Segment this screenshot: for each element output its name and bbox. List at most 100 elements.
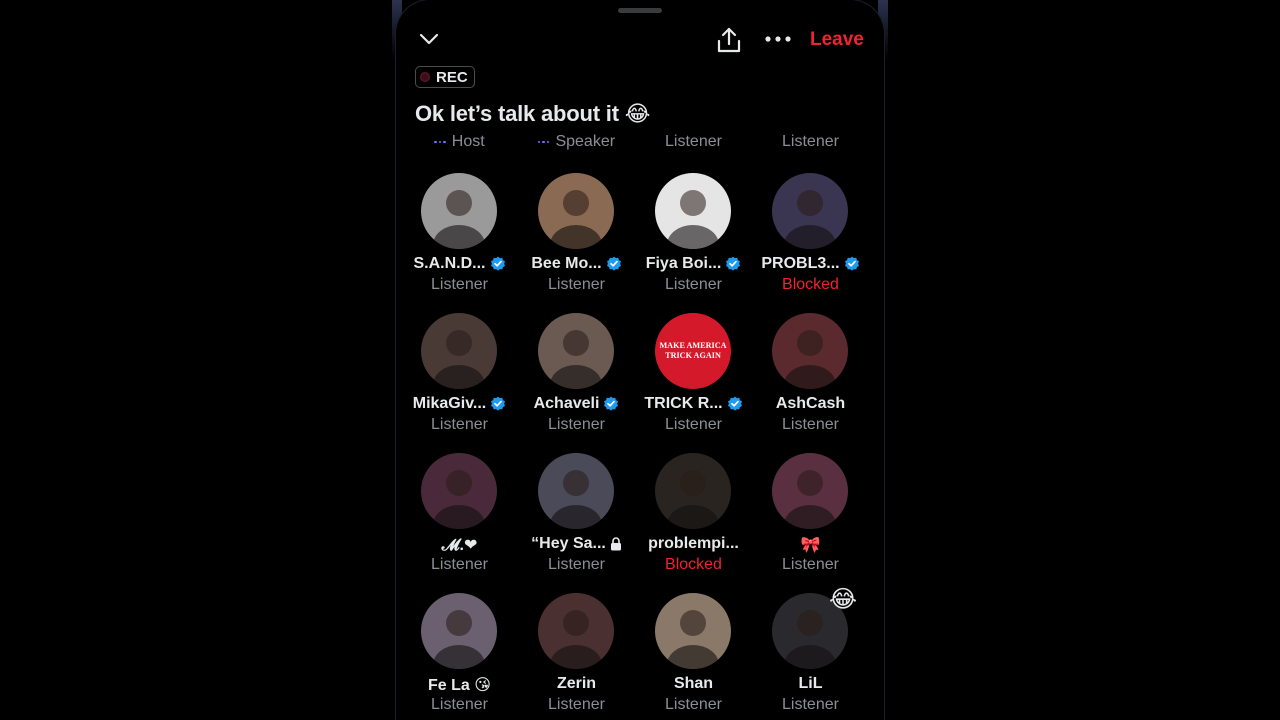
participant-card[interactable]: 𝓜.❤ Listener: [401, 453, 518, 583]
avatar[interactable]: [421, 453, 497, 529]
avatar[interactable]: [538, 453, 614, 529]
avatar-image: [655, 593, 731, 669]
participant-status-blocked: Blocked: [782, 276, 839, 293]
participant-name: 🎀: [800, 537, 821, 554]
avatar-image: [538, 173, 614, 249]
participant-grid: S.A.N.D... Listener Bee Mo... Listener Fiya …: [396, 0, 884, 720]
participant-status: Listener: [548, 416, 605, 433]
participant-name-row: Fiya Boi...: [635, 255, 752, 273]
participant-name: problempi...: [648, 535, 739, 552]
verified-badge-icon: [606, 256, 621, 271]
avatar-image: [538, 593, 614, 669]
participant-name-row: Achaveli: [518, 395, 635, 413]
participant-card[interactable]: MikaGiv... Listener: [401, 313, 518, 443]
participant-name-row: 🎀: [752, 535, 869, 555]
avatar[interactable]: [538, 593, 614, 669]
avatar-caption: TRICK AGAIN: [665, 351, 721, 360]
participant-card[interactable]: Fe La 😘 Listener: [401, 593, 518, 720]
participant-status: Listener: [431, 276, 488, 293]
participant-name-row: 𝓜.❤: [401, 535, 518, 555]
participant-status: Listener: [782, 416, 839, 433]
participant-status: Listener: [431, 416, 488, 433]
avatar[interactable]: [655, 453, 731, 529]
participant-status: Listener: [548, 276, 605, 293]
participant-card[interactable]: Zerin Listener: [518, 593, 635, 720]
participant-name: Achaveli: [533, 395, 600, 412]
participant-name-row: problempi...: [635, 535, 752, 553]
participant-card[interactable]: AshCash Listener: [752, 313, 869, 443]
avatar[interactable]: [421, 313, 497, 389]
avatar[interactable]: [538, 173, 614, 249]
participant-name-row: TRICK R...: [635, 395, 752, 413]
avatar[interactable]: [538, 313, 614, 389]
participant-card[interactable]: S.A.N.D... Listener: [401, 173, 518, 303]
participant-name: Bee Mo...: [531, 255, 602, 272]
avatar[interactable]: [421, 593, 497, 669]
participant-name-row: Shan: [635, 675, 752, 693]
participant-name-row: S.A.N.D...: [401, 255, 518, 273]
participant-status: Listener: [548, 556, 605, 573]
verified-badge-icon: [604, 396, 619, 411]
participant-name: TRICK R...: [644, 395, 723, 412]
participant-name: LiL: [798, 675, 823, 692]
participant-name-row: PROBL3...: [752, 255, 869, 273]
participant-status-blocked: Blocked: [665, 556, 722, 573]
participant-card[interactable]: Achaveli Listener: [518, 313, 635, 443]
avatar-image: [655, 453, 731, 529]
avatar-image: [772, 313, 848, 389]
verified-badge-icon: [726, 256, 741, 271]
participant-card[interactable]: Shan Listener: [635, 593, 752, 720]
verified-badge-icon: [491, 396, 506, 411]
participant-status: Listener: [782, 696, 839, 713]
participant-card[interactable]: 🎀 Listener: [752, 453, 869, 583]
avatar-image: [772, 453, 848, 529]
participant-name: Shan: [673, 675, 714, 692]
participant-name-row: MikaGiv...: [401, 395, 518, 413]
participant-status: Listener: [782, 556, 839, 573]
lock-icon: [610, 537, 621, 551]
avatar[interactable]: MAKE AMERICA TRICK AGAIN: [655, 313, 731, 389]
participant-status: Listener: [548, 696, 605, 713]
participant-name: 𝓜.❤: [441, 537, 478, 554]
avatar-caption: MAKE AMERICA: [659, 341, 726, 350]
participant-name-row: Zerin: [518, 675, 635, 693]
participant-status: Listener: [431, 556, 488, 573]
participant-name: MikaGiv...: [412, 395, 487, 412]
participant-name: Fiya Boi...: [645, 255, 722, 272]
participant-name: Zerin: [556, 675, 597, 692]
participant-card[interactable]: Bee Mo... Listener: [518, 173, 635, 303]
avatar-image: [421, 593, 497, 669]
avatar[interactable]: [772, 313, 848, 389]
avatar[interactable]: [655, 593, 731, 669]
participant-status: Listener: [665, 696, 722, 713]
participant-name-row: LiL: [752, 675, 869, 693]
participant-status: Listener: [431, 696, 488, 713]
participant-card[interactable]: “Hey Sa... Listener: [518, 453, 635, 583]
participant-card[interactable]: PROBL3... Blocked: [752, 173, 869, 303]
reaction-badge: 😂: [828, 586, 858, 613]
participant-status: Listener: [665, 416, 722, 433]
avatar[interactable]: [655, 173, 731, 249]
participant-card[interactable]: MAKE AMERICA TRICK AGAIN TRICK R... Listene…: [635, 313, 752, 443]
participant-card[interactable]: problempi... Blocked: [635, 453, 752, 583]
avatar[interactable]: [772, 453, 848, 529]
avatar-image: [655, 173, 731, 249]
verified-badge-icon: [490, 256, 505, 271]
participant-name-row: Fe La 😘: [401, 675, 518, 695]
participant-name-row: Bee Mo...: [518, 255, 635, 273]
participant-name: Fe La 😘: [428, 677, 491, 694]
verified-badge-icon: [727, 396, 742, 411]
participant-name-row: AshCash: [752, 395, 869, 413]
participant-card[interactable]: 😂 LiL Listener: [752, 586, 869, 720]
avatar-image: [538, 453, 614, 529]
avatar-image: [421, 453, 497, 529]
participant-name: PROBL3...: [761, 255, 840, 272]
avatar[interactable]: [772, 173, 848, 249]
avatar-image: MAKE AMERICATRICK AGAIN: [655, 313, 731, 389]
avatar-image: [772, 173, 848, 249]
avatar-image: [538, 313, 614, 389]
avatar-image: [421, 313, 497, 389]
avatar[interactable]: [421, 173, 497, 249]
participant-card[interactable]: Fiya Boi... Listener: [635, 173, 752, 303]
verified-badge-icon: [844, 256, 859, 271]
